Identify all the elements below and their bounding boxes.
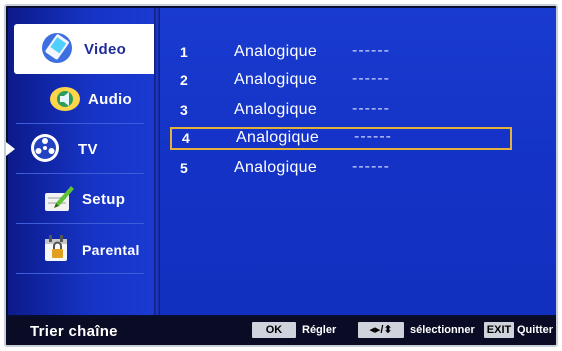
sidebar-item-video[interactable]: Video — [14, 24, 154, 74]
sidebar-item-label: Video — [84, 41, 127, 58]
sidebar-item-parental[interactable]: Parental — [16, 224, 144, 274]
parental-lock-icon — [40, 231, 74, 265]
sidebar-item-label: Audio — [88, 91, 132, 108]
channel-number: 2 — [180, 72, 188, 88]
ok-key-badge[interactable]: OK — [252, 322, 296, 338]
channel-name: Analogique — [234, 159, 318, 176]
channel-row-2[interactable]: 2 Analogique ------ — [168, 70, 508, 92]
sidebar-item-label: Setup — [82, 191, 126, 208]
sidebar-item-audio[interactable]: Audio — [16, 74, 144, 124]
tv-menu-window: Video Audio TV Setup Parental 1 Analogiq… — [4, 4, 558, 347]
channel-name: Analogique — [234, 101, 318, 118]
channel-value: ------ — [352, 70, 390, 87]
footer-title: Trier chaîne — [30, 323, 118, 340]
channel-row-4-selected[interactable]: 4 Analogique ------ — [170, 127, 512, 150]
channel-name: Analogique — [236, 129, 320, 146]
footer-bar: Trier chaîne OK Régler ◂▸/⬍ sélectionner… — [6, 317, 556, 345]
channel-number: 4 — [182, 130, 190, 146]
channel-number: 5 — [180, 160, 188, 176]
channel-row-3[interactable]: 3 Analogique ------ — [168, 100, 508, 122]
setup-icon — [42, 181, 76, 215]
channel-number: 1 — [180, 44, 188, 60]
sidebar-item-tv[interactable]: TV — [6, 124, 144, 174]
channel-value: ------ — [354, 128, 392, 145]
tv-reel-icon — [28, 131, 62, 165]
audio-icon — [48, 81, 82, 115]
sidebar-item-setup[interactable]: Setup — [16, 174, 144, 224]
selection-arrow-icon — [6, 142, 15, 156]
sidebar-item-label: TV — [78, 141, 98, 158]
channel-row-1[interactable]: 1 Analogique ------ — [168, 42, 508, 64]
channel-list: 1 Analogique ------ 2 Analogique ------ … — [160, 8, 556, 315]
channel-value: ------ — [352, 100, 390, 117]
channel-number: 3 — [180, 102, 188, 118]
channel-row-5[interactable]: 5 Analogique ------ — [168, 158, 508, 180]
video-icon — [40, 31, 74, 65]
sidebar-item-label: Parental — [82, 242, 140, 258]
channel-name: Analogique — [234, 43, 318, 60]
sidebar-menu: Video Audio TV Setup Parental — [6, 8, 154, 315]
navigation-key-hint: sélectionner — [410, 324, 475, 336]
ok-key-hint: Régler — [302, 324, 337, 336]
navigation-key-badge[interactable]: ◂▸/⬍ — [358, 322, 404, 338]
channel-name: Analogique — [234, 71, 318, 88]
exit-key-badge[interactable]: EXIT — [484, 322, 514, 338]
exit-key-hint: Quitter — [517, 324, 554, 336]
channel-value: ------ — [352, 158, 390, 175]
channel-value: ------ — [352, 42, 390, 59]
